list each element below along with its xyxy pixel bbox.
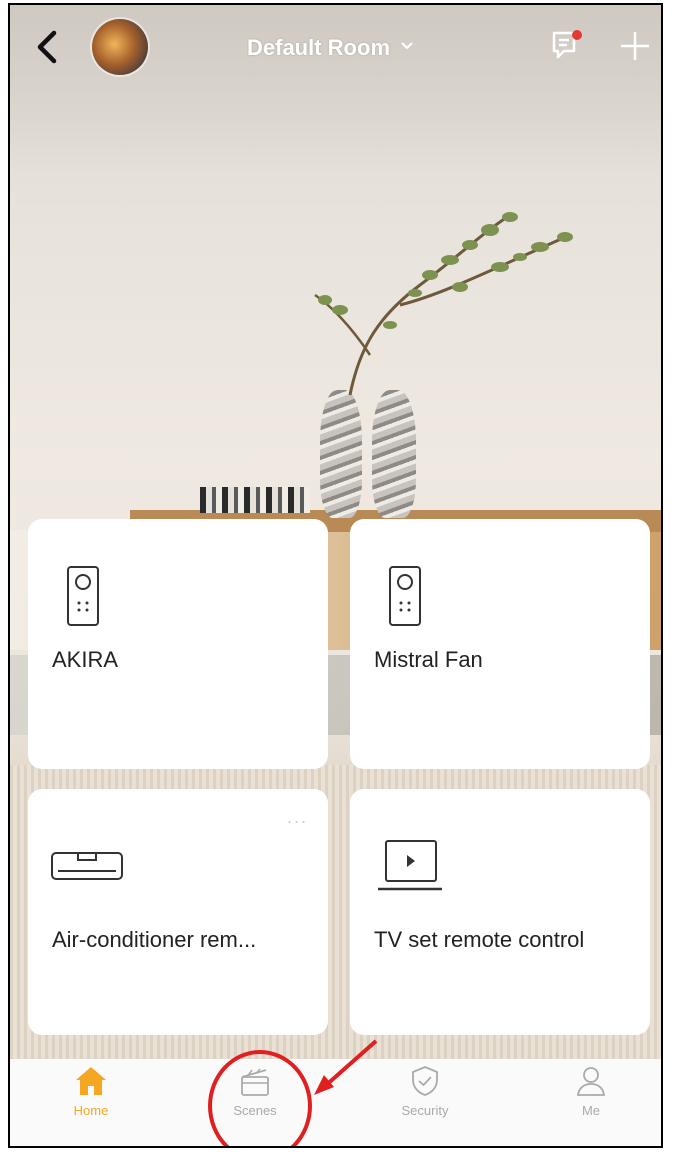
chevron-down-icon — [400, 38, 414, 56]
nav-label: Home — [73, 1103, 109, 1118]
background-vase — [320, 390, 362, 518]
plus-icon[interactable] — [617, 28, 653, 64]
shield-check-icon — [412, 1066, 438, 1096]
device-label: Air-conditioner rem... — [52, 927, 257, 952]
nav-item-me[interactable]: Me — [546, 1065, 636, 1145]
device-label: Mistral Fan — [374, 647, 483, 672]
air-conditioner-icon — [50, 849, 124, 883]
device-label: TV set remote control — [374, 927, 585, 952]
background-vase — [372, 390, 416, 518]
device-card-mistral-fan[interactable]: Mistral Fan — [350, 519, 650, 769]
home-avatar[interactable] — [92, 19, 148, 75]
device-label: AKIRA — [52, 647, 119, 672]
tv-icon — [374, 839, 446, 895]
app-screen: Default Room AKIRA Mistral Fan ... Air-c… — [8, 3, 663, 1148]
remote-icon — [66, 565, 100, 627]
background-books — [200, 487, 310, 513]
device-card-tv-remote[interactable]: TV set remote control — [350, 789, 650, 1035]
annotation-arrow — [314, 1039, 378, 1095]
chevron-left-icon[interactable] — [32, 27, 62, 67]
nav-label: Me — [581, 1103, 601, 1118]
room-title: Default Room — [247, 35, 390, 60]
home-icon — [76, 1067, 106, 1095]
nav-label: Security — [401, 1103, 449, 1118]
more-dots-icon[interactable]: ... — [287, 807, 308, 828]
remote-icon — [388, 565, 422, 627]
top-bar: Default Room — [10, 5, 661, 95]
device-card-akira[interactable]: AKIRA — [28, 519, 328, 769]
nav-item-home[interactable]: Home — [46, 1065, 136, 1145]
background-branches — [314, 212, 573, 396]
message-icon[interactable] — [550, 29, 584, 61]
nav-item-security[interactable]: Security — [380, 1065, 470, 1145]
device-card-air-conditioner[interactable]: ... Air-conditioner rem... — [28, 789, 328, 1035]
person-icon — [576, 1067, 606, 1096]
room-selector[interactable]: Default Room — [247, 33, 414, 63]
